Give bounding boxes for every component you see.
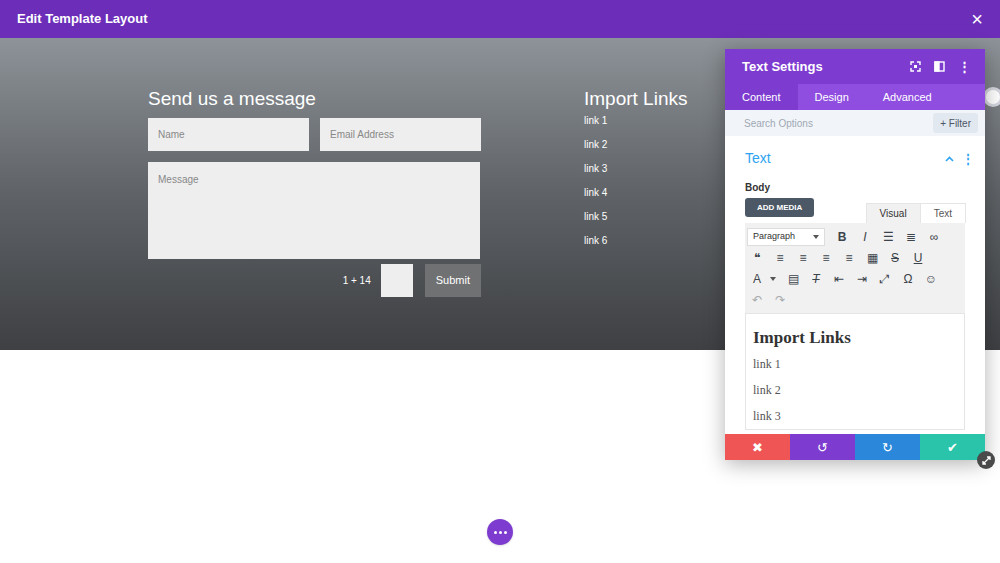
email-field[interactable] — [320, 118, 481, 151]
toolbar-button[interactable]: ☺ — [921, 270, 941, 288]
chevron-up-icon[interactable] — [945, 156, 954, 162]
toolbar-button[interactable]: ≣ — [901, 228, 921, 246]
editor-tab[interactable]: Text — [921, 203, 966, 223]
toolbar-button[interactable]: ☰ — [878, 228, 898, 246]
action-button[interactable]: ✖ — [725, 434, 790, 460]
section-menu-button[interactable]: ⋮ — [962, 153, 974, 165]
toolbar-row: ❝≡≡≡≡▦SU — [747, 247, 963, 268]
toolbar-button[interactable]: ≡ — [770, 249, 790, 267]
dropdown-arrow-icon — [813, 235, 819, 239]
link-item[interactable]: link 1 — [584, 109, 687, 133]
toolbar-row: A ▤T⇤⇥⤢Ω☺ — [747, 268, 963, 289]
add-section-button[interactable] — [487, 519, 513, 545]
content-line: link 3 — [753, 403, 957, 429]
message-field[interactable] — [148, 162, 480, 259]
action-button[interactable]: ✔ — [920, 434, 985, 460]
toolbar-button[interactable]: B — [832, 228, 852, 246]
toolbar-button[interactable]: ≡ — [839, 249, 859, 267]
action-bar: ✖↺↻✔ — [725, 434, 985, 460]
window-title: Edit Template Layout — [17, 9, 148, 29]
form-heading: Send us a message — [148, 88, 481, 110]
search-row: + Filter — [725, 110, 985, 136]
filter-button[interactable]: + Filter — [933, 113, 978, 133]
content-heading: Import Links — [753, 327, 957, 349]
toolbar-button[interactable]: T — [806, 270, 826, 288]
close-button[interactable]: × — [971, 9, 983, 29]
link-item[interactable]: link 5 — [584, 205, 687, 229]
submit-button[interactable]: Submit — [425, 264, 481, 297]
panel-menu-button[interactable]: ⋮ — [958, 60, 971, 73]
toolbar-button[interactable]: ≡ — [816, 249, 836, 267]
toolbar-button[interactable]: ∞ — [924, 228, 944, 246]
toolbar-button[interactable]: ⇥ — [852, 270, 872, 288]
link-item[interactable]: link 6 — [584, 229, 687, 253]
toolbar-button[interactable]: U — [908, 249, 928, 267]
title-bar: Edit Template Layout × — [0, 0, 1000, 38]
panel-header: Text Settings ⋮ — [725, 49, 985, 84]
toolbar-button[interactable]: ⤢ — [875, 270, 895, 288]
editor-toolbar: ParagraphBI☰≣∞❝≡≡≡≡▦SUA▤T⇤⇥⤢Ω☺↶↷ — [745, 223, 965, 313]
toolbar-row: Paragraph BI☰≣∞ — [747, 226, 963, 247]
body-label: Body — [745, 180, 965, 195]
panel-title: Text Settings — [742, 57, 823, 77]
panel-tab[interactable]: Advanced — [866, 84, 949, 110]
toolbar-button[interactable]: ❝ — [747, 249, 767, 267]
name-field[interactable] — [148, 118, 309, 151]
section-title: Text — [745, 148, 771, 169]
action-button[interactable]: ↺ — [790, 434, 855, 460]
toolbar-button[interactable]: ↷ — [770, 291, 790, 309]
panel-tab[interactable]: Design — [798, 84, 866, 110]
panel-body: Text ⋮ Body ADD MEDIA VisualText Paragra… — [725, 136, 985, 434]
toolbar-button[interactable]: ⇤ — [829, 270, 849, 288]
toolbar-button[interactable]: ▤ — [783, 270, 803, 288]
link-item[interactable]: link 3 — [584, 157, 687, 181]
toolbar-button[interactable]: ≡ — [793, 249, 813, 267]
side-toggle-icon[interactable] — [983, 87, 1000, 107]
split-view-icon[interactable] — [934, 61, 945, 72]
expand-icon[interactable] — [910, 61, 921, 72]
link-item[interactable]: link 4 — [584, 181, 687, 205]
toolbar-button[interactable]: I — [855, 228, 875, 246]
toolbar-button[interactable]: Ω — [898, 270, 918, 288]
content-line: link 2 — [753, 377, 957, 403]
link-item[interactable]: link 2 — [584, 133, 687, 157]
format-label: Paragraph — [753, 230, 795, 244]
resize-handle[interactable] — [977, 451, 995, 469]
toolbar-button[interactable]: S — [885, 249, 905, 267]
links-column: Import Links link 1link 2link 3link 4lin… — [584, 88, 687, 350]
toolbar-button[interactable]: A — [747, 270, 767, 288]
dropdown-arrow-icon[interactable] — [770, 277, 776, 281]
captcha-field[interactable] — [381, 264, 413, 297]
resize-icon — [982, 456, 991, 465]
toolbar-button[interactable]: ↶ — [747, 291, 767, 309]
settings-panel: Text Settings ⋮ ContentDesignAdvanced + … — [725, 49, 985, 460]
toolbar-button[interactable]: ▦ — [862, 249, 882, 267]
format-dropdown[interactable]: Paragraph — [747, 228, 825, 246]
panel-tabs: ContentDesignAdvanced — [725, 84, 985, 110]
editor-content[interactable]: Import Links link 1link 2link 3 — [745, 313, 965, 430]
panel-tab[interactable]: Content — [725, 84, 798, 110]
toolbar-row: ↶↷ — [747, 289, 963, 310]
add-media-button[interactable]: ADD MEDIA — [745, 198, 814, 217]
links-heading: Import Links — [584, 88, 687, 110]
captcha-question: 1 + 14 — [343, 273, 371, 288]
content-line: link 1 — [753, 351, 957, 377]
section-header[interactable]: Text ⋮ — [745, 148, 965, 169]
contact-form: Send us a message 1 + 14 Submit — [148, 88, 481, 350]
editor-tab[interactable]: Visual — [866, 203, 921, 223]
action-button[interactable]: ↻ — [855, 434, 920, 460]
search-field[interactable] — [744, 116, 933, 131]
